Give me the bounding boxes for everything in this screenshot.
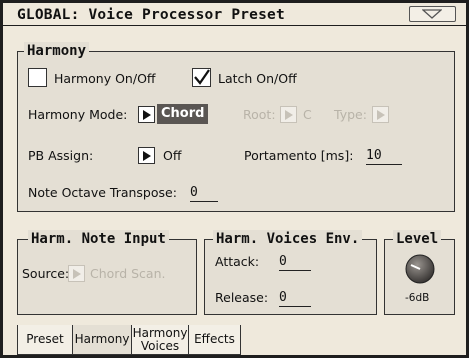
harmony-panel-header: Harmony [24, 42, 90, 60]
checkmark-icon [194, 69, 210, 85]
source-value: Chord Scan. [90, 266, 166, 281]
root-arrow-button [280, 106, 297, 123]
triangle-down-icon [422, 9, 442, 19]
tab-preset[interactable]: Preset [17, 325, 73, 355]
tab-preset-label: Preset [26, 332, 64, 346]
level-knob[interactable] [404, 253, 436, 285]
page-title: GLOBAL: Voice Processor Preset [17, 7, 285, 23]
attack-field[interactable]: 0 [279, 254, 311, 271]
note-octave-transpose-field[interactable]: 0 [190, 185, 218, 202]
harmony-mode-label: Harmony Mode: [28, 107, 128, 122]
portamento-field[interactable]: 10 [366, 148, 402, 165]
harmony-panel: Harmony Harmony On/Off Latch On/Off Harm… [17, 42, 455, 212]
triangle-right-icon [285, 110, 293, 120]
root-label: Root: [243, 107, 276, 122]
voices-env-panel: Harm. Voices Env. Attack: 0 Release: 0 [204, 230, 377, 315]
release-field[interactable]: 0 [279, 290, 311, 307]
harmony-onoff-label: Harmony On/Off [54, 71, 156, 86]
source-label: Source: [22, 266, 70, 281]
level-value: -6dB [405, 292, 430, 304]
triangle-right-icon [377, 110, 385, 120]
source-arrow-button [68, 265, 85, 282]
tab-effects-label: Effects [194, 332, 235, 346]
triangle-right-icon [143, 151, 151, 161]
note-input-panel: Harm. Note Input Source: Chord Scan. [17, 230, 197, 315]
latch-onoff-checkbox[interactable] [192, 68, 211, 87]
type-arrow-button [372, 106, 389, 123]
triangle-right-icon [143, 110, 151, 120]
tab-harmony-voices-label-2: Voices [140, 339, 180, 353]
tab-effects[interactable]: Effects [188, 325, 241, 355]
attack-label: Attack: [215, 254, 260, 269]
note-input-panel-header: Harm. Note Input [28, 230, 169, 248]
harmony-mode-arrow-button[interactable] [138, 106, 155, 123]
latch-onoff-label: Latch On/Off [218, 71, 297, 86]
portamento-label: Portamento [ms]: [244, 148, 354, 163]
root-value: C [303, 107, 312, 122]
harmony-onoff-checkbox[interactable] [28, 68, 47, 87]
tab-harmony[interactable]: Harmony [72, 325, 132, 355]
tab-harmony-label: Harmony [74, 332, 130, 346]
title-bar: GLOBAL: Voice Processor Preset [3, 3, 466, 26]
pb-assign-value[interactable]: Off [163, 148, 181, 164]
pb-assign-label: PB Assign: [28, 148, 94, 163]
voices-env-panel-header: Harm. Voices Env. [213, 230, 363, 248]
note-octave-transpose-label: Note Octave Transpose: [28, 185, 177, 200]
type-label: Type: [334, 107, 367, 122]
level-panel-header: Level [393, 230, 442, 248]
triangle-right-icon [73, 269, 81, 279]
tab-harmony-voices[interactable]: Harmony Voices [131, 325, 189, 355]
level-panel: Level -6dB [384, 230, 455, 315]
release-label: Release: [215, 290, 269, 305]
page-menu-button[interactable] [409, 6, 456, 22]
voice-processor-screen: GLOBAL: Voice Processor Preset Harmony H… [0, 0, 469, 358]
harmony-mode-value[interactable]: Chord [157, 104, 209, 124]
pb-assign-arrow-button[interactable] [138, 147, 155, 164]
